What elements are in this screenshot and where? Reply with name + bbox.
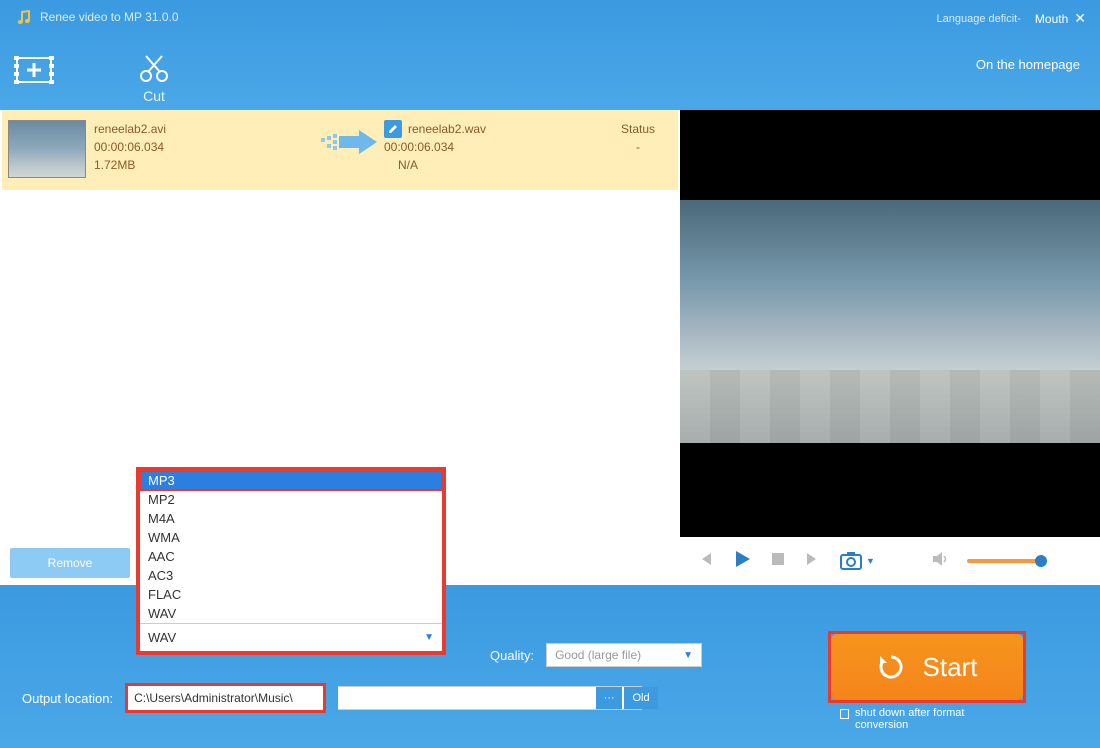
start-button[interactable]: Start (831, 634, 1023, 700)
prev-track-icon[interactable] (696, 550, 714, 573)
play-icon[interactable] (732, 549, 752, 574)
add-file-button[interactable] (14, 54, 54, 104)
shutdown-label: shut down after format conversion (855, 707, 1000, 731)
app-title: Renee video to MP 31.0.0 (40, 10, 179, 24)
quality-label: Quality: (490, 648, 534, 663)
app-logo-icon (14, 8, 32, 26)
format-option-m4a[interactable]: M4A (140, 509, 442, 528)
add-file-label (32, 92, 35, 104)
cut-label: Cut (143, 88, 165, 104)
add-file-icon (14, 54, 54, 88)
target-duration: 00:00:06.034 (384, 138, 608, 156)
format-option-ac3[interactable]: AC3 (140, 566, 442, 585)
chevron-down-icon: ▼ (683, 650, 693, 661)
language-link[interactable]: Language deficit- (937, 13, 1021, 25)
cut-button[interactable]: Cut (134, 50, 174, 104)
preview-letterbox-top (680, 110, 1100, 200)
edit-target-icon[interactable] (384, 120, 402, 138)
preview-image (680, 200, 1100, 443)
status-value: - (608, 138, 668, 156)
output-location-label: Output location: (22, 691, 113, 706)
status-header: Status (608, 120, 668, 138)
source-duration: 00:00:06.034 (94, 138, 314, 156)
next-track-icon[interactable] (804, 550, 822, 573)
browse-button[interactable]: ··· (596, 687, 622, 709)
shutdown-checkbox[interactable] (840, 709, 849, 719)
format-option-mp2[interactable]: MP2 (140, 490, 442, 509)
source-filename: reneelab2.avi (94, 120, 314, 138)
quality-select[interactable]: Good (large file) ▼ (546, 643, 702, 667)
format-option-wav[interactable]: WAV (140, 604, 442, 623)
format-list[interactable]: MP3 MP2 M4A WMA AAC AC3 FLAC WAV (140, 471, 442, 623)
format-dropdown[interactable]: MP3 MP2 M4A WMA AAC AC3 FLAC WAV WAV ▼ (136, 467, 446, 655)
snapshot-chevron-icon: ▼ (866, 556, 875, 566)
target-file-info: reneelab2.wav 00:00:06.034 N/A (384, 120, 608, 174)
preview-letterbox-bottom (680, 443, 1100, 537)
chevron-down-icon: ▼ (424, 632, 434, 643)
format-option-wma[interactable]: WMA (140, 528, 442, 547)
source-file-info: reneelab2.avi 00:00:06.034 1.72MB (94, 120, 314, 174)
format-option-mp3[interactable]: MP3 (140, 471, 442, 490)
homepage-link[interactable]: On the homepage (976, 57, 1080, 72)
output-path-input[interactable] (128, 686, 323, 710)
old-button[interactable]: Old (624, 687, 658, 709)
volume-icon[interactable] (931, 550, 949, 573)
remove-button[interactable]: Remove (10, 548, 130, 578)
format-option-flac[interactable]: FLAC (140, 585, 442, 604)
stop-icon[interactable] (770, 551, 786, 572)
convert-arrow-icon (314, 120, 384, 156)
volume-slider[interactable] (967, 559, 1047, 563)
target-size: N/A (384, 156, 608, 174)
target-filename: reneelab2.wav (408, 120, 486, 138)
snapshot-button[interactable]: ▼ (840, 551, 875, 571)
format-option-aac[interactable]: AAC (140, 547, 442, 566)
close-icon[interactable]: ✕ (1074, 10, 1086, 27)
source-thumbnail (8, 120, 86, 178)
volume-thumb[interactable] (1035, 555, 1047, 567)
mouth-link[interactable]: Mouth ✕ (1035, 10, 1086, 27)
file-list-row[interactable]: reneelab2.avi 00:00:06.034 1.72MB reneel (2, 110, 678, 190)
source-size: 1.72MB (94, 156, 314, 174)
refresh-icon (877, 653, 905, 681)
format-current-selector[interactable]: WAV ▼ (140, 623, 442, 651)
cut-icon (134, 50, 174, 84)
